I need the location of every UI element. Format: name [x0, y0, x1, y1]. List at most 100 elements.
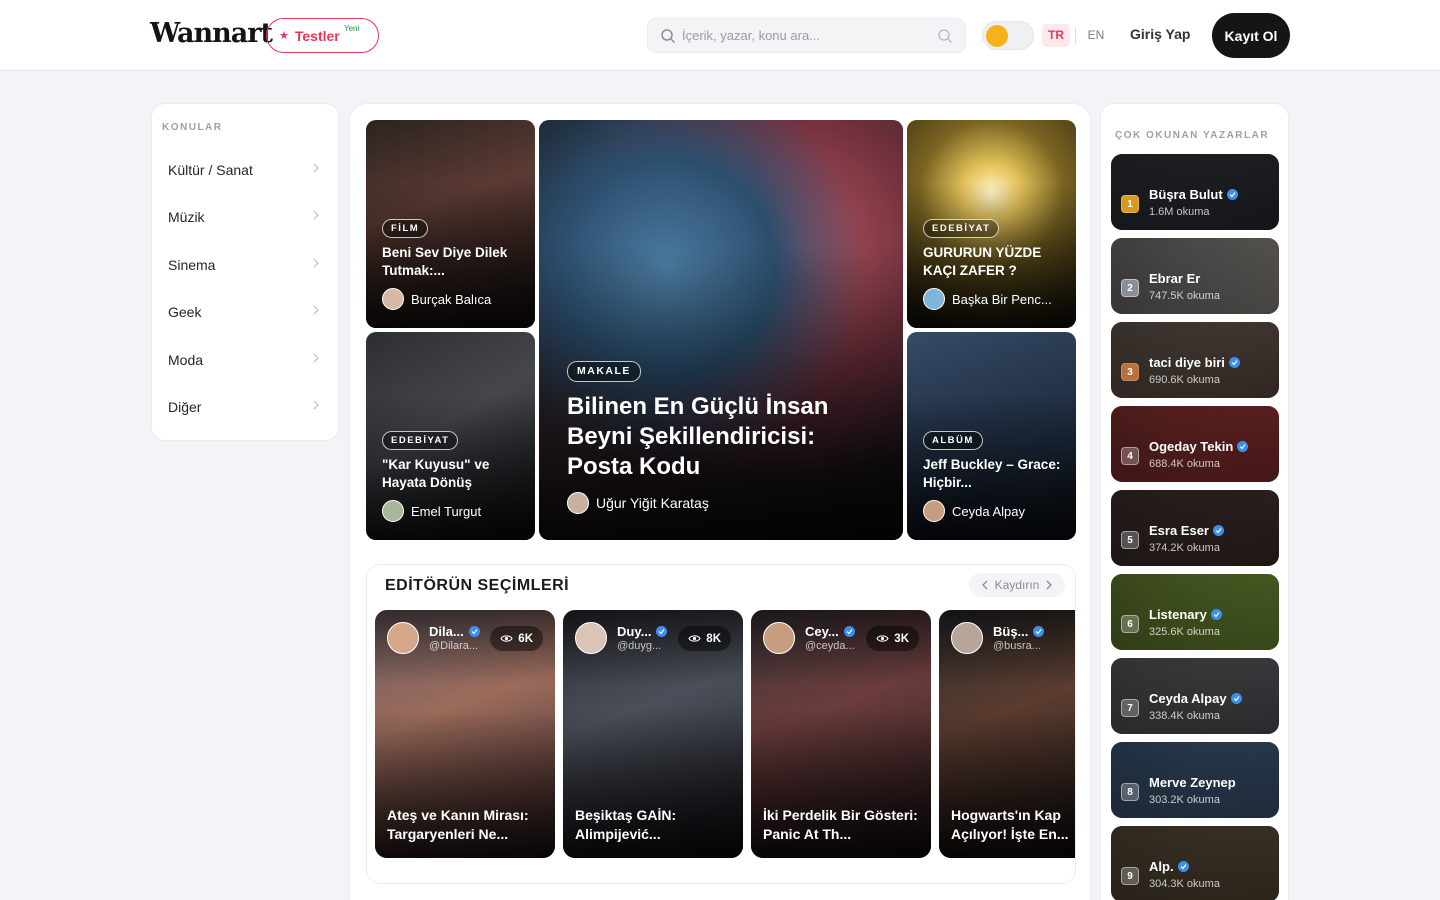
author-reads: 690.6K okuma	[1149, 374, 1220, 386]
lang-tr-button[interactable]: TR	[1042, 24, 1070, 47]
category-tag: MAKALE	[567, 361, 641, 382]
topic-label: Sinema	[168, 257, 216, 273]
search-input[interactable]	[682, 19, 922, 52]
author-name-text: taci diye biri	[1149, 355, 1225, 370]
card-author[interactable]: Uğur Yiğit Karataş	[567, 492, 709, 514]
author-name: Büşra Bulut	[1149, 187, 1238, 202]
topic-sinema[interactable]: Sinema	[152, 242, 340, 288]
sun-icon	[986, 25, 1008, 47]
featured-card[interactable]: EDEBİYAT GURURUN YÜZDE KAÇI ZAFER ? Başk…	[907, 120, 1076, 328]
rank-badge: 9	[1121, 867, 1139, 885]
featured-hero-card[interactable]: MAKALE Bilinen En Güçlü İnsan Beyni Şeki…	[539, 120, 903, 540]
author-name: Emel Turgut	[411, 503, 482, 519]
avatar	[923, 500, 945, 522]
login-button[interactable]: Giriş Yap	[1130, 26, 1190, 42]
author-row[interactable]: 1 Büşra Bulut 1.6M okuma	[1111, 154, 1279, 230]
chevron-left-icon	[981, 580, 988, 590]
author-row[interactable]: 5 Esra Eser 374.2K okuma	[1111, 490, 1279, 566]
featured-card[interactable]: ALBÜM Jeff Buckley – Grace: Hiçbir... Ce…	[907, 332, 1076, 540]
logo[interactable]: Wannart	[150, 18, 273, 49]
topic-moda[interactable]: Moda	[152, 337, 340, 383]
author-reads: 325.6K okuma	[1149, 626, 1220, 638]
search-icon	[661, 29, 676, 44]
topics-title: KONULAR	[162, 122, 223, 133]
featured-card[interactable]: FİLM Beni Sev Diye Dilek Tutmak:... Burç…	[366, 120, 535, 328]
verified-icon	[843, 626, 855, 637]
signup-button[interactable]: Kayıt Ol	[1212, 13, 1290, 58]
verified-icon	[1210, 609, 1222, 620]
category-tag: EDEBİYAT	[382, 431, 459, 450]
view-count: 6K	[490, 626, 543, 651]
topic-muzik[interactable]: Müzik	[152, 194, 340, 240]
editor-card[interactable]: Dila... @Dilara... 6K Ateş ve Kanın Mira…	[375, 610, 555, 858]
author-name: Listenary	[1149, 607, 1222, 622]
main-content: FİLM Beni Sev Diye Dilek Tutmak:... Burç…	[349, 103, 1091, 900]
name-text: Duy...	[617, 624, 652, 639]
author-name: Esra Eser	[1149, 523, 1224, 538]
card-author[interactable]: Emel Turgut	[382, 500, 481, 522]
author-reads: 1.6M okuma	[1149, 206, 1210, 218]
editor-card[interactable]: Cey... @ceyda... 3K İki Perdelik Bir Gös…	[751, 610, 931, 858]
author-reads: 304.3K okuma	[1149, 878, 1220, 890]
verified-icon	[1228, 357, 1240, 368]
card-author[interactable]: Burçak Balıca	[382, 288, 491, 310]
topic-diger[interactable]: Diğer	[152, 384, 340, 430]
header: Wannart ★ Testler Yeni TR EN Giriş Yap K…	[0, 0, 1440, 71]
author-name: Ogeday Tekin	[1149, 439, 1249, 454]
theme-toggle[interactable]	[982, 21, 1034, 50]
featured-card[interactable]: EDEBİYAT "Kar Kuyusu" ve Hayata Dönüş Em…	[366, 332, 535, 540]
eye-icon	[688, 635, 701, 642]
editor-name[interactable]: Duy...	[617, 624, 668, 639]
topic-label: Kültür / Sanat	[168, 162, 253, 178]
rank-badge: 5	[1121, 531, 1139, 549]
search-submit-icon[interactable]	[937, 28, 953, 44]
editor-card-title: Ateş ve Kanın Mirası: Targaryenleri Ne..…	[387, 807, 529, 842]
lang-en-button[interactable]: EN	[1084, 24, 1108, 47]
editor-handle: @Dilara...	[429, 640, 479, 652]
author-row[interactable]: 7 Ceyda Alpay 338.4K okuma	[1111, 658, 1279, 734]
author-name: Burçak Balıca	[411, 291, 492, 307]
editor-handle: @ceyda...	[805, 640, 855, 652]
scroll-label: Kaydırın	[994, 578, 1040, 592]
lang-divider	[1075, 27, 1076, 44]
rank-badge: 6	[1121, 615, 1139, 633]
topic-geek[interactable]: Geek	[152, 289, 340, 335]
avatar	[575, 622, 607, 654]
card-author[interactable]: Başka Bir Penc...	[923, 288, 1052, 310]
editor-name[interactable]: Büş...	[993, 624, 1045, 639]
editors-picks: EDİTÖRÜN SEÇİMLERİ Kaydırın Dila... @Dil…	[366, 564, 1076, 884]
card-author[interactable]: Ceyda Alpay	[923, 500, 1025, 522]
view-count: 8K	[678, 626, 731, 651]
author-row[interactable]: 3 taci diye biri 690.6K okuma	[1111, 322, 1279, 398]
topic-label: Geek	[168, 304, 202, 320]
rank-badge: 3	[1121, 363, 1139, 381]
scroll-hint[interactable]: Kaydırın	[969, 573, 1065, 597]
author-reads: 688.4K okuma	[1149, 458, 1220, 470]
author-name-text: Alp.	[1149, 859, 1174, 874]
author-row[interactable]: 6 Listenary 325.6K okuma	[1111, 574, 1279, 650]
author-reads: 747.5K okuma	[1149, 290, 1220, 302]
rank-badge: 8	[1121, 783, 1139, 801]
editor-card[interactable]: Büş... @busra... Hogwarts'ın Kap Açılıyo…	[939, 610, 1075, 858]
card-title: GURURUN YÜZDE KAÇI ZAFER ?	[923, 245, 1042, 278]
author-name: Uğur Yiğit Karataş	[596, 495, 709, 511]
editor-card[interactable]: Duy... @duyg... 8K Beşiktaş GAİN: Alimpi…	[563, 610, 743, 858]
topic-label: Moda	[168, 352, 204, 368]
tests-button[interactable]: ★ Testler Yeni	[266, 18, 379, 53]
rank-badge: 4	[1121, 447, 1139, 465]
topic-kultur-sanat[interactable]: Kültür / Sanat	[152, 147, 340, 193]
tests-label: Testler	[294, 27, 340, 44]
editor-name[interactable]: Dila...	[429, 624, 480, 639]
chevron-right-icon	[313, 353, 319, 363]
topic-label: Diğer	[168, 399, 202, 415]
views-text: 8K	[706, 632, 721, 645]
author-row[interactable]: 9 Alp. 304.3K okuma	[1111, 826, 1279, 900]
editor-handle: @duyg...	[617, 640, 662, 652]
name-text: Dila...	[429, 624, 464, 639]
author-row[interactable]: 2 Ebrar Er 747.5K okuma	[1111, 238, 1279, 314]
views-text: 6K	[518, 632, 533, 645]
author-row[interactable]: 8 Merve Zeynep 303.2K okuma	[1111, 742, 1279, 818]
avatar	[923, 288, 945, 310]
editor-name[interactable]: Cey...	[805, 624, 855, 639]
author-row[interactable]: 4 Ogeday Tekin 688.4K okuma	[1111, 406, 1279, 482]
